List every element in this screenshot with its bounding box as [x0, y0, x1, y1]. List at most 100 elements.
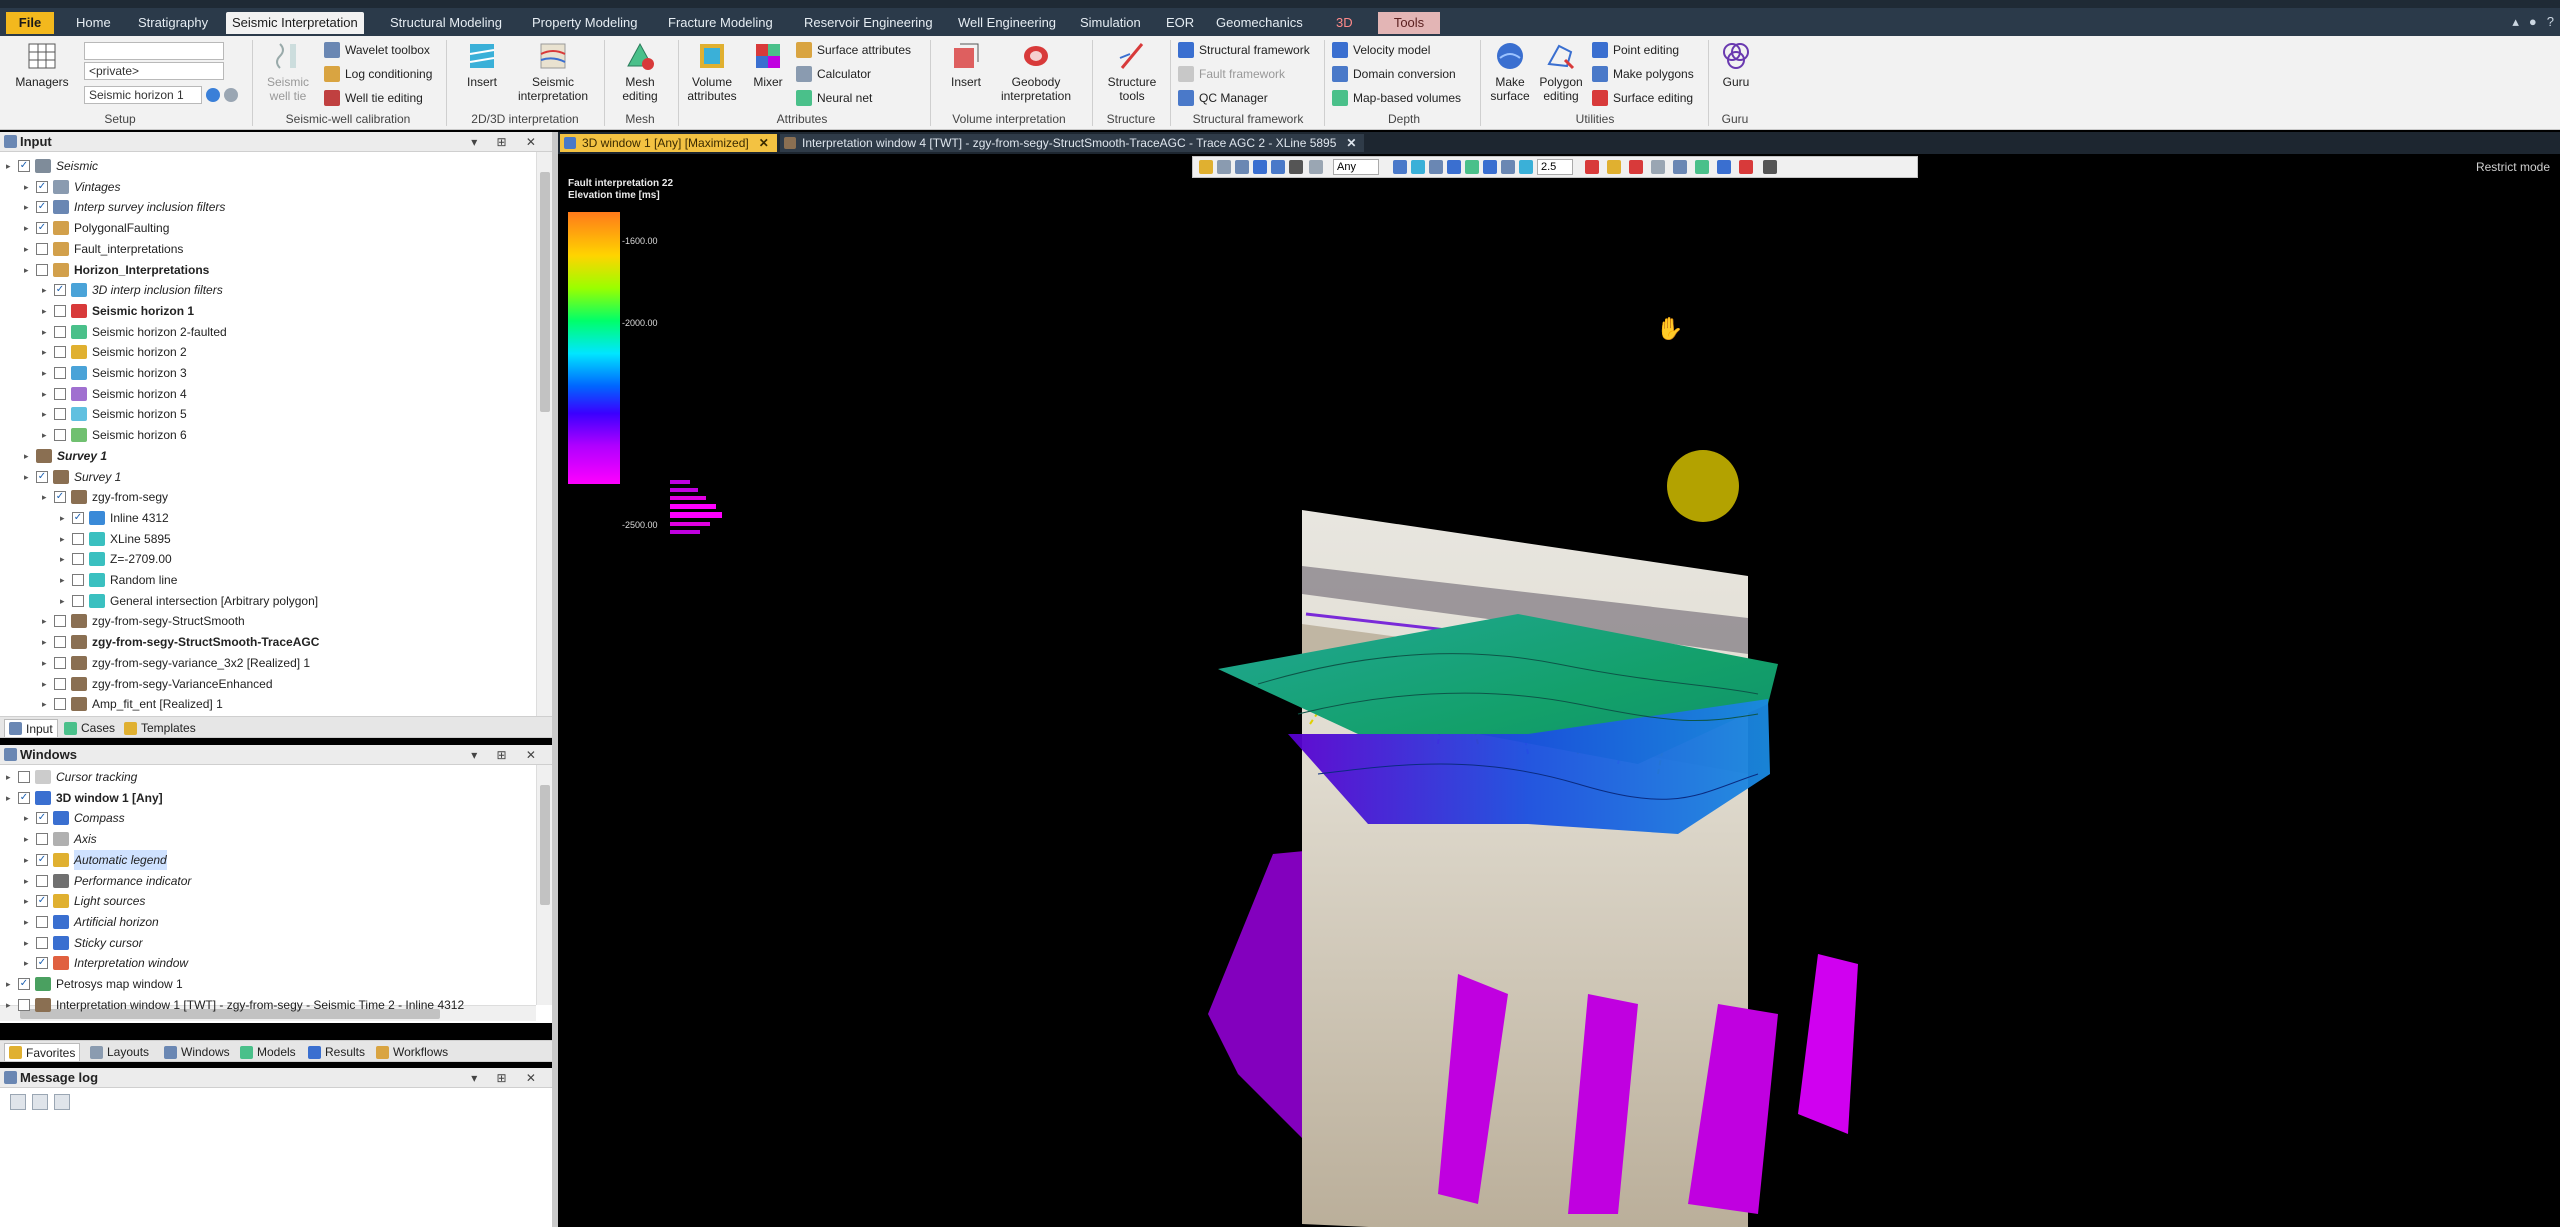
visibility-checkbox[interactable]: ✓	[18, 978, 30, 990]
pane-controls[interactable]: ▾ ⊞ ✕	[471, 745, 544, 765]
managers-button[interactable]: Managers	[14, 40, 70, 89]
expand-arrow-icon[interactable]: ▸	[42, 322, 52, 342]
fault-surface[interactable]	[1798, 954, 1858, 1134]
setup-combo-top[interactable]	[84, 42, 224, 60]
insert-volume-button[interactable]: Insert	[940, 40, 992, 89]
expand-arrow-icon[interactable]: ▸	[24, 850, 34, 870]
input-tree-scrollbar[interactable]	[536, 152, 552, 716]
user-icon[interactable]: ●	[2529, 14, 2537, 34]
tree-row[interactable]: ▸ ✓ Seismic	[6, 156, 98, 176]
doc-tab-interpretation-window[interactable]: Interpretation window 4 [TWT] - zgy-from…	[780, 134, 1365, 152]
tree-row[interactable]: ▸ Performance indicator	[24, 871, 191, 891]
visibility-checkbox[interactable]	[36, 936, 48, 949]
visibility-checkbox[interactable]	[54, 677, 66, 690]
visibility-checkbox[interactable]: ✓	[36, 180, 48, 193]
visibility-checkbox[interactable]: ✓	[36, 222, 48, 235]
expand-arrow-icon[interactable]: ▸	[24, 933, 34, 953]
ruler-icon[interactable]	[1309, 160, 1323, 174]
visibility-checkbox[interactable]: ✓	[18, 791, 30, 804]
horizon-combo[interactable]: Seismic horizon 1	[84, 86, 202, 104]
tree-row[interactable]: ▸ ✓ Light sources	[24, 891, 145, 911]
expand-arrow-icon[interactable]: ▸	[6, 767, 16, 787]
domain-conversion-button[interactable]: Domain conversion	[1332, 64, 1456, 84]
tree-row[interactable]: ▸ Seismic horizon 5	[42, 404, 187, 424]
filter-icon[interactable]	[1695, 160, 1709, 174]
zoom-icon[interactable]	[1447, 160, 1461, 174]
visibility-checkbox[interactable]	[72, 553, 84, 566]
scroll-thumb[interactable]	[540, 785, 550, 905]
expand-arrow-icon[interactable]: ▸	[60, 508, 70, 528]
visibility-checkbox[interactable]	[54, 698, 66, 711]
expand-arrow-icon[interactable]: ▸	[60, 570, 70, 590]
expand-arrow-icon[interactable]: ▸	[24, 467, 34, 487]
tab-models[interactable]: Models	[236, 1043, 300, 1061]
tree-row[interactable]: ▸ ✓ zgy-from-segy	[42, 487, 168, 507]
lighting-icon[interactable]	[1607, 160, 1621, 174]
tree-row[interactable]: ▸ ✓ Vintages	[24, 177, 120, 197]
tree-row[interactable]: ▸ Amp_fit_ent [Realized] 1	[42, 694, 223, 714]
color-icon[interactable]	[1585, 160, 1599, 174]
visibility-checkbox[interactable]	[36, 915, 48, 928]
visibility-checkbox[interactable]	[18, 998, 30, 1011]
tree-row[interactable]: ▸ XLine 5895	[60, 529, 171, 549]
visibility-checkbox[interactable]: ✓	[54, 491, 66, 504]
visibility-checkbox[interactable]	[54, 636, 66, 649]
file-menu[interactable]: File	[6, 12, 54, 34]
highlight-icon[interactable]	[1629, 160, 1643, 174]
expand-arrow-icon[interactable]: ▸	[24, 260, 34, 280]
tree-row[interactable]: ▸ ✓ 3D interp inclusion filters	[42, 280, 223, 300]
pick-mode-icon[interactable]	[1199, 160, 1213, 174]
3d-viewport[interactable]: Any 2.5 Restrict mode Fault interpretati…	[558, 154, 2560, 1227]
visibility-checkbox[interactable]: ✓	[36, 470, 48, 483]
tab-well-engineering[interactable]: Well Engineering	[952, 12, 1062, 34]
visibility-checkbox[interactable]	[72, 532, 84, 545]
expand-arrow-icon[interactable]: ▸	[42, 425, 52, 445]
visibility-checkbox[interactable]	[54, 429, 66, 442]
tab-home[interactable]: Home	[70, 12, 117, 34]
visibility-checkbox[interactable]	[36, 263, 48, 276]
tab-property-modeling[interactable]: Property Modeling	[526, 12, 644, 34]
visibility-checkbox[interactable]	[36, 833, 48, 846]
visibility-checkbox[interactable]: ✓	[54, 284, 66, 297]
neural-net-button[interactable]: Neural net	[796, 88, 872, 108]
tree-row[interactable]: ▸ Fault_interpretations	[24, 239, 183, 259]
visibility-checkbox[interactable]	[54, 387, 66, 400]
tree-row[interactable]: ▸ ✓ Inline 4312	[60, 508, 169, 528]
expand-arrow-icon[interactable]: ▸	[24, 953, 34, 973]
tab-layouts[interactable]: Layouts	[86, 1043, 153, 1061]
tree-row[interactable]: ▸ General intersection [Arbitrary polygon…	[60, 591, 318, 611]
tab-stratigraphy[interactable]: Stratigraphy	[132, 12, 214, 34]
expand-arrow-icon[interactable]: ▸	[42, 301, 52, 321]
clear-log-icon[interactable]	[10, 1094, 26, 1110]
polygon-editing-button[interactable]: Polygon editing	[1536, 40, 1586, 103]
home-view-icon[interactable]	[1393, 160, 1407, 174]
pane-controls[interactable]: ▾ ⊞ ✕	[471, 132, 544, 152]
make-surface-button[interactable]: Make surface	[1486, 40, 1534, 103]
visibility-checkbox[interactable]	[36, 242, 48, 255]
guru-button[interactable]: Guru	[1714, 40, 1758, 89]
windows-tree-scrollbar[interactable]	[536, 765, 552, 1005]
tab-eor[interactable]: EOR	[1160, 12, 1200, 34]
visibility-checkbox[interactable]	[54, 325, 66, 338]
save-log-icon[interactable]	[54, 1094, 70, 1110]
tree-row[interactable]: ▸ ✓ Interpretation window	[24, 953, 188, 973]
camera-icon[interactable]	[1271, 160, 1285, 174]
expand-arrow-icon[interactable]: ▸	[24, 829, 34, 849]
tab-templates[interactable]: Templates	[120, 719, 200, 737]
visibility-checkbox[interactable]	[54, 656, 66, 669]
grid-icon[interactable]	[1519, 160, 1533, 174]
pin-icon[interactable]	[1763, 160, 1777, 174]
qc-manager-button[interactable]: QC Manager	[1178, 88, 1268, 108]
record-icon[interactable]	[1739, 160, 1753, 174]
visibility-checkbox[interactable]: ✓	[36, 895, 48, 908]
tab-structural-modeling[interactable]: Structural Modeling	[384, 12, 508, 34]
tree-row[interactable]: ▸ ✓ Interp survey inclusion filters	[24, 197, 225, 217]
tree-row[interactable]: ▸ Seismic horizon 3	[42, 363, 187, 383]
tree-row[interactable]: ▸ Sticky cursor	[24, 933, 143, 953]
expand-arrow-icon[interactable]: ▸	[6, 156, 16, 176]
velocity-model-button[interactable]: Velocity model	[1332, 40, 1430, 60]
mixer-button[interactable]: Mixer	[746, 40, 790, 89]
pane-controls[interactable]: ▾ ⊞ ✕	[471, 1068, 544, 1088]
private-combo[interactable]: <private>	[84, 62, 224, 80]
expand-arrow-icon[interactable]: ▸	[42, 280, 52, 300]
